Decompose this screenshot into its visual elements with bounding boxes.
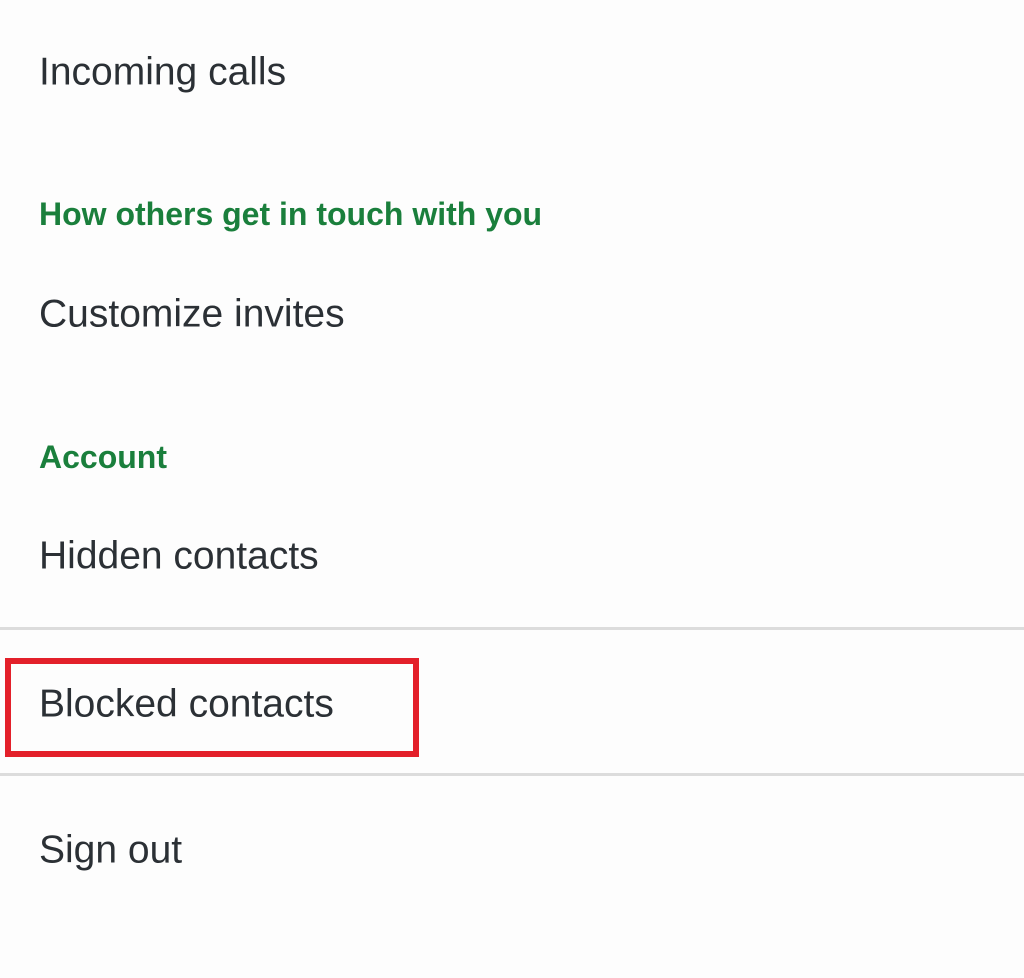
menu-item-blocked-contacts[interactable]: Blocked contacts: [39, 685, 334, 724]
section-header-account: Account: [39, 439, 167, 475]
divider: [0, 627, 1024, 630]
divider: [0, 773, 1024, 776]
menu-item-sign-out[interactable]: Sign out: [39, 831, 182, 870]
menu-item-hidden-contacts[interactable]: Hidden contacts: [39, 537, 319, 576]
menu-item-customize-invites[interactable]: Customize invites: [39, 295, 345, 334]
menu-item-incoming-calls[interactable]: Incoming calls: [39, 53, 286, 92]
section-header-contact: How others get in touch with you: [39, 196, 543, 232]
